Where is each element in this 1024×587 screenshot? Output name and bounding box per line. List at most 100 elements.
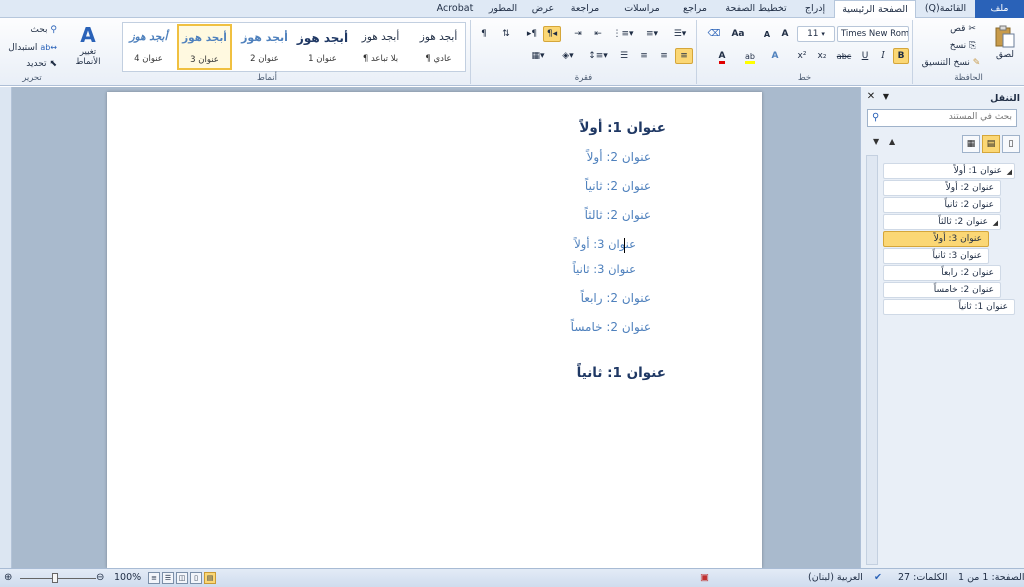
nav-item-heading-3-first[interactable]: عنوان 3: أولاً <box>883 231 989 247</box>
style-heading-4[interactable]: أبجد هوز عنوان 4 <box>121 25 176 69</box>
tab-insert[interactable]: إدراج <box>798 0 832 18</box>
paste-button[interactable]: لصق <box>989 22 1021 66</box>
collapse-icon[interactable]: ◢ <box>1007 165 1012 180</box>
cut-button[interactable]: قص ✂ <box>941 21 985 37</box>
superscript-button[interactable]: x² <box>793 48 811 64</box>
rtl-direction-button[interactable]: ¶◂ <box>543 26 561 42</box>
underline-button[interactable]: U <box>857 48 873 64</box>
previous-heading-icon[interactable]: ▼ <box>873 137 879 146</box>
nav-item-heading-2-fourth[interactable]: عنوان 2: رابعاً <box>883 265 1001 281</box>
outline-view-button[interactable]: ☰ <box>162 572 174 584</box>
find-button[interactable]: بحث ⚲ <box>4 22 60 38</box>
subscript-button[interactable]: x₂ <box>813 48 831 64</box>
heading-2-fourth[interactable]: عنوان 2: رابعاً <box>581 291 651 305</box>
tab-acrobat[interactable]: Acrobat <box>430 0 480 18</box>
style-heading-3[interactable]: أبجد هوز عنوان 3 <box>177 24 232 70</box>
justify-button[interactable]: ☰ <box>615 48 633 64</box>
style-heading-1[interactable]: أبجد هوز عنوان 1 <box>295 25 350 69</box>
nav-item-heading-2-fifth[interactable]: عنوان 2: خامساً <box>883 282 1001 298</box>
tab-developer[interactable]: المطور <box>482 0 524 18</box>
zoom-out-icon[interactable]: ⊖ <box>96 572 104 583</box>
next-heading-icon[interactable]: ▲ <box>889 137 895 146</box>
tab-browse-pages[interactable]: ▦ <box>962 135 980 153</box>
web-layout-button[interactable]: ◫ <box>176 572 188 584</box>
show-formatting-marks-button[interactable]: ¶ <box>475 26 493 42</box>
document-page[interactable]: عنوان 1: أولاً عنوان 2: أولاً عنوان 2: ث… <box>107 92 762 568</box>
tab-review[interactable]: مراجعة <box>562 0 608 18</box>
change-case-button[interactable]: Aa <box>727 26 749 42</box>
align-center-button[interactable]: ≡ <box>655 48 673 64</box>
strikethrough-button[interactable]: abc <box>833 48 855 64</box>
replace-button[interactable]: استبدال ab↔ <box>4 39 60 55</box>
heading-2-fifth[interactable]: عنوان 2: خامساً <box>571 320 651 334</box>
zoom-slider[interactable] <box>20 578 96 579</box>
heading-3-first[interactable]: عنوان 3: أولاً <box>574 237 636 251</box>
close-icon[interactable]: ✕ <box>864 90 878 104</box>
bullets-button[interactable]: ☰▾ <box>667 26 693 42</box>
search-icon[interactable]: ⚲ <box>872 112 879 123</box>
copy-button[interactable]: نسخ ⎘ <box>941 38 985 54</box>
word-count[interactable]: الكلمات: 27 <box>898 572 948 583</box>
select-button[interactable]: تحديد ⬉ <box>4 56 60 72</box>
decrease-indent-button[interactable]: ⇤ <box>589 26 607 42</box>
page-number[interactable]: الصفحة: 1 من 1 <box>958 572 1024 583</box>
tab-references[interactable]: مراجع <box>676 0 714 18</box>
tab-menu[interactable]: (Q)القائمة <box>918 0 973 18</box>
nav-item-heading-1-first[interactable]: ◢ عنوان 1: أولاً <box>883 163 1015 179</box>
chevron-down-icon[interactable]: ▼ <box>879 90 893 104</box>
language-indicator[interactable]: العربية (لبنان) <box>808 572 863 583</box>
zoom-in-icon[interactable]: ⊕ <box>4 572 12 583</box>
grow-font-button[interactable]: A <box>777 26 793 42</box>
sort-button[interactable]: ⇅ <box>497 26 515 42</box>
macro-record-icon[interactable]: ▣ <box>700 572 709 583</box>
numbering-button[interactable]: ≡▾ <box>639 26 665 42</box>
draft-view-button[interactable]: ≡ <box>148 572 160 584</box>
line-spacing-button[interactable]: ↕≡▾ <box>585 48 611 64</box>
nav-search-input[interactable]: بحث في المستند ⚲ <box>867 109 1017 127</box>
tab-page-layout[interactable]: تخطيط الصفحة <box>716 0 796 18</box>
tab-browse-headings[interactable]: ▤ <box>982 135 1000 153</box>
align-right-button[interactable]: ≡ <box>675 48 693 64</box>
change-styles-button[interactable]: A تغيير الأنماط <box>66 22 110 72</box>
shrink-font-button[interactable]: A <box>759 26 775 42</box>
nav-item-heading-2-third[interactable]: ◢ عنوان 2: ثالثاً <box>883 214 1001 230</box>
bold-button[interactable]: B <box>893 48 909 64</box>
zoom-slider-thumb[interactable] <box>52 573 58 583</box>
clear-formatting-button[interactable]: ⌫ <box>705 26 723 42</box>
nav-item-heading-3-second[interactable]: عنوان 3: ثانياً <box>883 248 989 264</box>
proofing-check-icon[interactable]: ✔ <box>874 572 882 583</box>
heading-3-second[interactable]: عنوان 3: ثانياً <box>573 262 636 276</box>
collapse-icon[interactable]: ◢ <box>993 216 998 231</box>
nav-item-heading-1-second[interactable]: عنوان 1: ثانياً <box>883 299 1015 315</box>
shading-button[interactable]: ◈▾ <box>555 48 581 64</box>
heading-2-second[interactable]: عنوان 2: ثانياً <box>585 179 651 193</box>
increase-indent-button[interactable]: ⇥ <box>569 26 587 42</box>
tab-mailings[interactable]: مراسلات <box>610 0 674 18</box>
heading-2-third[interactable]: عنوان 2: ثالثاً <box>585 208 651 222</box>
style-normal[interactable]: أبجد هوز ¶ عادي <box>411 25 466 69</box>
heading-1-second[interactable]: عنوان 1: ثانياً <box>577 365 666 381</box>
italic-button[interactable]: I <box>875 48 891 64</box>
text-effects-button[interactable]: A <box>765 48 785 64</box>
tab-browse-results[interactable]: ▯ <box>1002 135 1020 153</box>
full-screen-reading-button[interactable]: ▯ <box>190 572 202 584</box>
nav-item-heading-2-second[interactable]: عنوان 2: ثانياً <box>883 197 1001 213</box>
align-left-button[interactable]: ≡ <box>635 48 653 64</box>
tab-view[interactable]: عرض <box>526 0 560 18</box>
font-name-select[interactable]: Times New Roma <box>837 26 909 42</box>
style-no-spacing[interactable]: أبجد هوز ¶ بلا تباعد <box>353 25 408 69</box>
multilevel-list-button[interactable]: ⋮≡▾ <box>609 26 637 42</box>
tab-home[interactable]: الصفحة الرئيسية <box>834 0 916 19</box>
highlight-button[interactable]: ab <box>737 48 763 64</box>
font-size-select[interactable]: 11 ▾ <box>797 26 835 42</box>
borders-button[interactable]: ▦▾ <box>525 48 551 64</box>
heading-1-first[interactable]: عنوان 1: أولاً <box>579 120 666 136</box>
tab-file[interactable]: ملف <box>975 0 1024 18</box>
format-painter-button[interactable]: نسخ التنسيق ✎ <box>915 55 987 71</box>
heading-2-first[interactable]: عنوان 2: أولاً <box>587 150 651 164</box>
print-layout-button[interactable]: ▤ <box>204 572 216 584</box>
font-color-button[interactable]: A <box>709 48 735 64</box>
style-heading-2[interactable]: أبجد هوز عنوان 2 <box>237 25 292 69</box>
nav-scrollbar[interactable] <box>866 155 878 565</box>
nav-item-heading-2-first[interactable]: عنوان 2: أولاً <box>883 180 1001 196</box>
